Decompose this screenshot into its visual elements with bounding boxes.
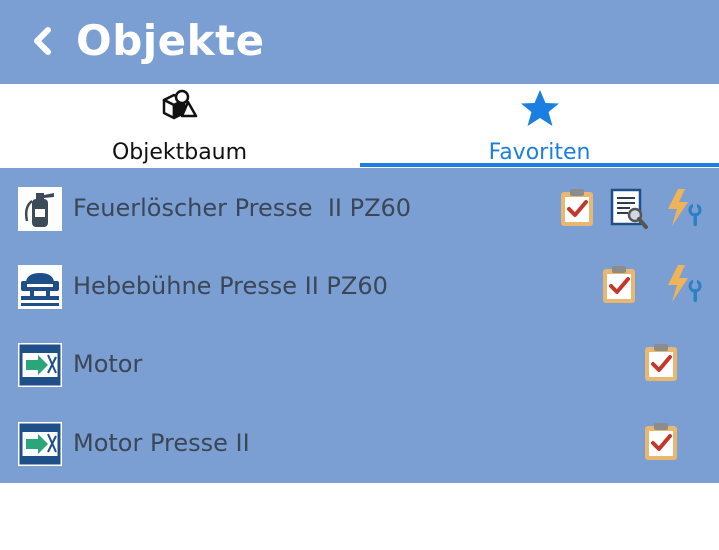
- star-icon: [518, 88, 562, 135]
- checklist-button[interactable]: [559, 187, 595, 232]
- chevron-left-icon: [34, 27, 51, 55]
- list-item[interactable]: Hebebühne Presse II PZ60: [0, 248, 719, 326]
- tab-objektbaum-label: Objektbaum: [111, 140, 248, 165]
- fire-extinguisher-icon: [18, 187, 62, 231]
- app-header: Objekte: [0, 0, 719, 84]
- maintenance-button[interactable]: [664, 264, 704, 309]
- power-maintenance-icon: [668, 189, 702, 226]
- list-item[interactable]: Motor Presse II: [0, 405, 719, 483]
- tab-objektbaum[interactable]: Objektbaum: [0, 84, 359, 168]
- maintenance-button[interactable]: [664, 188, 704, 233]
- motor-icon: [18, 422, 62, 466]
- list-item-label: Motor: [73, 350, 143, 378]
- document-search-icon: [610, 188, 648, 229]
- tab-bar: Objektbaum Favoriten: [0, 84, 719, 168]
- checklist-icon: [645, 423, 677, 460]
- inspect-document-button[interactable]: [610, 188, 650, 235]
- lift-platform-icon: [18, 265, 62, 309]
- power-maintenance-icon: [668, 265, 702, 302]
- checklist-icon: [603, 266, 635, 303]
- checklist-icon: [561, 189, 593, 226]
- checklist-button[interactable]: [643, 342, 679, 387]
- favorites-list: Feuerlöscher Presse II PZ60 Hebebühne Pr…: [0, 168, 719, 483]
- list-item[interactable]: Feuerlöscher Presse II PZ60: [0, 170, 719, 248]
- tab-favoriten[interactable]: Favoriten: [360, 84, 719, 168]
- checklist-button[interactable]: [643, 421, 679, 466]
- shapes-icon: [158, 88, 202, 133]
- tab-favoriten-label: Favoriten: [488, 140, 591, 165]
- back-button[interactable]: [28, 26, 58, 56]
- checklist-button[interactable]: [601, 264, 637, 309]
- active-tab-indicator: [360, 163, 719, 167]
- motor-icon: [18, 343, 62, 387]
- list-item-label: Feuerlöscher Presse II PZ60: [73, 194, 412, 222]
- checklist-icon: [645, 344, 677, 381]
- page-title: Objekte: [76, 16, 265, 65]
- list-item[interactable]: Motor: [0, 326, 719, 404]
- list-item-label: Hebebühne Presse II PZ60: [73, 272, 388, 300]
- list-item-label: Motor Presse II: [73, 429, 250, 457]
